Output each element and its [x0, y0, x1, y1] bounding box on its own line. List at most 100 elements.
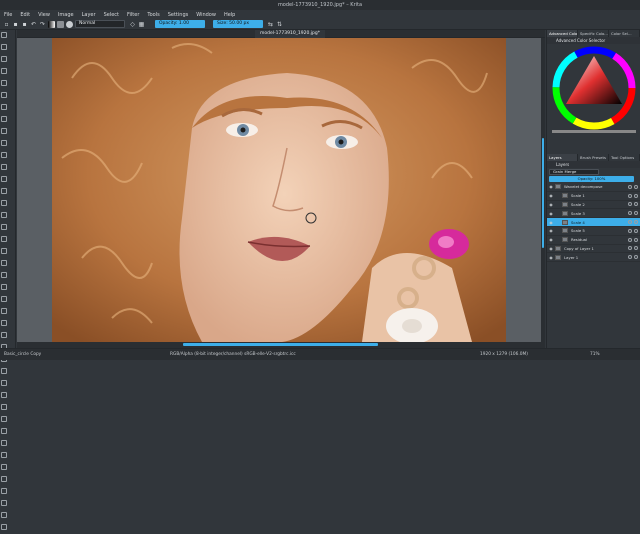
alpha-lock-icon[interactable] — [634, 246, 638, 251]
color-dock-tab[interactable]: Color Sel... — [609, 30, 640, 37]
tool-button-icon[interactable] — [1, 32, 7, 38]
preserve-alpha-icon[interactable]: ▦ — [138, 21, 145, 28]
color-selector[interactable] — [547, 44, 640, 136]
menu-help[interactable]: Help — [224, 12, 235, 18]
layer-row[interactable]: ◉ Copy of Layer 1 — [547, 245, 640, 254]
inherit-alpha-icon[interactable] — [628, 220, 632, 225]
menu-image[interactable]: Image — [58, 12, 74, 18]
mirror-horizontal-icon[interactable]: ⇆ — [267, 21, 274, 28]
inherit-alpha-icon[interactable] — [628, 184, 632, 189]
tool-button-icon[interactable] — [1, 500, 7, 506]
visibility-eye-icon[interactable]: ◉ — [547, 228, 555, 233]
inherit-alpha-icon[interactable] — [628, 255, 632, 260]
layer-row[interactable]: ◉ Layer 1 — [547, 253, 640, 263]
inherit-alpha-icon[interactable] — [628, 193, 632, 198]
tool-button-icon[interactable] — [1, 248, 7, 254]
tool-button-icon[interactable] — [1, 524, 7, 530]
tool-button-icon[interactable] — [1, 404, 7, 410]
status-zoom[interactable]: 71% — [590, 349, 600, 360]
layer-opacity-slider[interactable]: Opacity: 100% — [549, 176, 634, 182]
tool-button-icon[interactable] — [1, 140, 7, 146]
size-slider[interactable]: Size: 50.00 px — [213, 20, 263, 28]
horizontal-scrollbar-thumb[interactable] — [183, 343, 378, 346]
tool-button-icon[interactable] — [1, 236, 7, 242]
brush-preset-icon[interactable] — [66, 20, 73, 28]
inherit-alpha-icon[interactable] — [628, 237, 632, 242]
tool-button-icon[interactable] — [1, 272, 7, 278]
alpha-lock-icon[interactable] — [634, 255, 638, 260]
visibility-eye-icon[interactable]: ◉ — [547, 211, 555, 216]
save-icon[interactable]: ▪ — [21, 21, 28, 28]
tool-button-icon[interactable] — [1, 284, 7, 290]
visibility-eye-icon[interactable]: ◉ — [547, 184, 555, 189]
eraser-icon[interactable]: ◇ — [129, 21, 136, 28]
tool-button-icon[interactable] — [1, 416, 7, 422]
tool-button-icon[interactable] — [1, 512, 7, 518]
open-document-icon[interactable]: ▪ — [12, 21, 19, 28]
tool-button-icon[interactable] — [1, 200, 7, 206]
mirror-vertical-icon[interactable]: ⇅ — [276, 21, 283, 28]
menu-settings[interactable]: Settings — [168, 12, 189, 18]
menu-tools[interactable]: Tools — [147, 12, 159, 18]
menu-view[interactable]: View — [38, 12, 50, 18]
tool-button-icon[interactable] — [1, 332, 7, 338]
canvas-image[interactable] — [52, 38, 506, 342]
inherit-alpha-icon[interactable] — [628, 202, 632, 207]
layer-row[interactable]: ◉ Scale 5 — [547, 227, 640, 236]
tool-button-icon[interactable] — [1, 380, 7, 386]
tool-button-icon[interactable] — [1, 80, 7, 86]
layers-dock-tab[interactable]: Brush Presets — [578, 154, 609, 161]
tool-button-icon[interactable] — [1, 116, 7, 122]
tool-button-icon[interactable] — [1, 92, 7, 98]
tool-button-icon[interactable] — [1, 464, 7, 470]
tool-button-icon[interactable] — [1, 176, 7, 182]
inherit-alpha-icon[interactable] — [628, 211, 632, 216]
color-wheel[interactable] — [547, 44, 640, 136]
layers-dock-tab[interactable]: Layers — [547, 154, 578, 161]
tool-button-icon[interactable] — [1, 260, 7, 266]
tool-button-icon[interactable] — [1, 164, 7, 170]
alpha-lock-icon[interactable] — [634, 202, 638, 207]
tool-button-icon[interactable] — [1, 212, 7, 218]
undo-icon[interactable]: ↶ — [30, 21, 37, 28]
tool-button-icon[interactable] — [1, 476, 7, 482]
alpha-lock-icon[interactable] — [634, 211, 638, 216]
redo-icon[interactable]: ↷ — [39, 21, 46, 28]
tool-button-icon[interactable] — [1, 44, 7, 50]
layer-row[interactable]: ◉ Scale 3 — [547, 209, 640, 219]
color-dock-tab[interactable]: Specific Colo... — [578, 30, 609, 37]
tool-button-icon[interactable] — [1, 440, 7, 446]
menu-file[interactable]: File — [4, 12, 12, 18]
visibility-eye-icon[interactable]: ◉ — [547, 246, 555, 251]
visibility-eye-icon[interactable]: ◉ — [547, 220, 555, 225]
tool-button-icon[interactable] — [1, 224, 7, 230]
alpha-lock-icon[interactable] — [634, 237, 638, 242]
tool-button-icon[interactable] — [1, 428, 7, 434]
tool-button-icon[interactable] — [1, 56, 7, 62]
alpha-lock-icon[interactable] — [634, 228, 638, 233]
tool-button-icon[interactable] — [1, 128, 7, 134]
color-dock-tab[interactable]: Advanced Colo... — [547, 30, 578, 37]
inherit-alpha-icon[interactable] — [628, 228, 632, 233]
opacity-slider[interactable]: Opacity: 1.00 — [155, 20, 205, 28]
tool-button-icon[interactable] — [1, 296, 7, 302]
alpha-lock-icon[interactable] — [634, 220, 638, 225]
visibility-eye-icon[interactable]: ◉ — [547, 193, 555, 198]
pattern-icon[interactable] — [57, 20, 64, 28]
tool-button-icon[interactable] — [1, 392, 7, 398]
tool-button-icon[interactable] — [1, 452, 7, 458]
menu-layer[interactable]: Layer — [82, 12, 96, 18]
blend-mode-select[interactable]: Normal — [75, 20, 125, 28]
layer-row[interactable]: ◉ Scale 2 — [547, 201, 640, 210]
tool-button-icon[interactable] — [1, 488, 7, 494]
menu-edit[interactable]: Edit — [20, 12, 30, 18]
tool-button-icon[interactable] — [1, 308, 7, 314]
layers-dock-tab[interactable]: Tool Options — [609, 154, 640, 161]
vertical-scrollbar-thumb[interactable] — [542, 138, 544, 248]
gradient-icon[interactable] — [48, 20, 55, 28]
visibility-eye-icon[interactable]: ◉ — [547, 202, 555, 207]
layer-row[interactable]: ◉ Scale 1 — [547, 192, 640, 201]
layer-row[interactable]: ◉ Scale 4 — [547, 218, 640, 227]
visibility-eye-icon[interactable]: ◉ — [547, 255, 555, 260]
tool-button-icon[interactable] — [1, 368, 7, 374]
